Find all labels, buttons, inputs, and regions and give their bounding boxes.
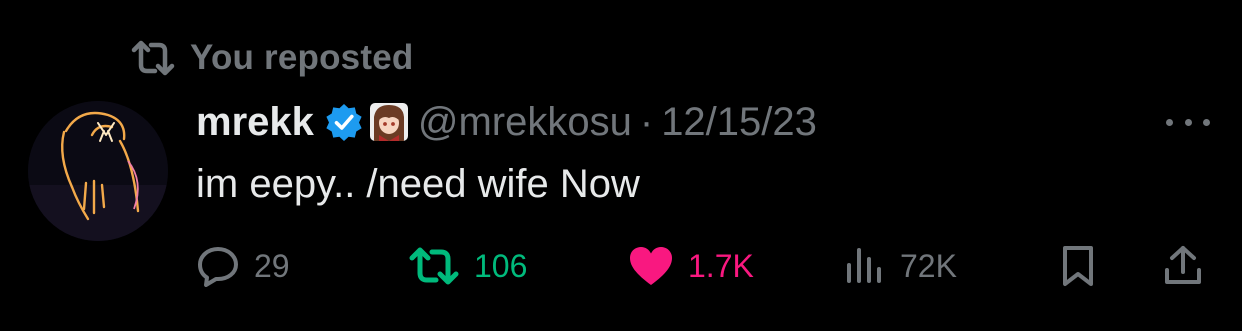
bookmark-icon [1058, 244, 1098, 288]
share-icon [1162, 244, 1204, 288]
views-button[interactable]: 72K [844, 241, 957, 291]
tweet-date[interactable]: 12/15/23 [661, 100, 817, 145]
separator-dot: · [639, 99, 654, 144]
share-button[interactable] [1162, 241, 1204, 291]
avatar[interactable] [28, 101, 168, 241]
heart-icon [628, 245, 674, 287]
views-count: 72K [900, 247, 957, 284]
views-icon [844, 245, 886, 287]
reply-count: 29 [254, 247, 290, 284]
more-dot [1184, 118, 1192, 126]
more-icon[interactable] [1166, 112, 1210, 132]
repost-icon [408, 246, 460, 286]
tweet-header: mrekk @mrekkosu · 12/15/23 [196, 96, 817, 148]
more-dot [1203, 118, 1210, 126]
verified-badge-icon[interactable] [324, 102, 364, 142]
like-button[interactable]: 1.7K [628, 241, 754, 291]
repost-label[interactable]: You reposted [190, 38, 413, 78]
social-context: You reposted [130, 34, 413, 82]
repost-button[interactable]: 106 [408, 241, 527, 291]
display-name[interactable]: mrekk [196, 100, 314, 145]
author-handle[interactable]: @mrekkosu [418, 100, 632, 145]
reply-icon [196, 245, 240, 287]
repost-icon [130, 39, 176, 77]
more-dot [1166, 118, 1173, 126]
bookmark-button[interactable] [1058, 241, 1098, 291]
reply-button[interactable]: 29 [196, 241, 290, 291]
repost-count: 106 [474, 247, 528, 284]
like-count: 1.7K [688, 247, 754, 284]
anime-girl-emoji-icon [369, 103, 408, 141]
tweet-text: im eepy.. /need wife Now [196, 162, 640, 206]
